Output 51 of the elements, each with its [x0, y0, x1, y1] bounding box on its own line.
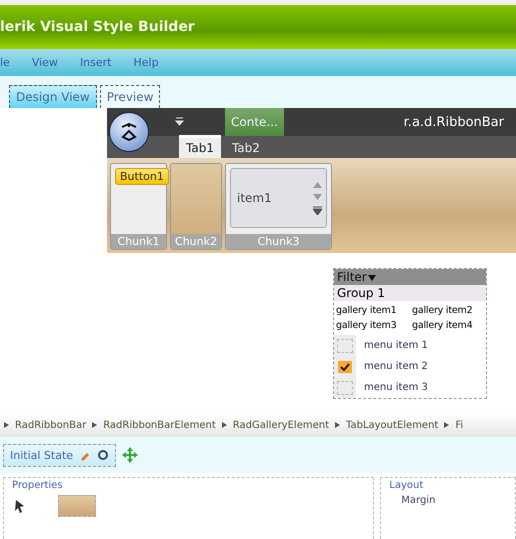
- checkbox[interactable]: [337, 338, 353, 352]
- application-menu-button[interactable]: [109, 112, 149, 152]
- group-header: Group 1: [334, 285, 486, 301]
- breadcrumb-item[interactable]: RadGalleryElement: [232, 420, 330, 430]
- separator-icon: [335, 422, 340, 428]
- move-icon[interactable]: [120, 445, 140, 465]
- expand-icon[interactable]: [313, 206, 322, 214]
- gallery-item[interactable]: item1: [237, 191, 272, 205]
- separator-icon: [4, 422, 9, 428]
- gallery-item[interactable]: gallery item1: [336, 305, 408, 316]
- customize-dropdown-icon[interactable]: [175, 117, 184, 126]
- menu-item[interactable]: View: [32, 56, 58, 69]
- state-selector[interactable]: Initial State: [3, 444, 116, 466]
- ribbon-title: r.a.d.RibbonBar: [404, 114, 504, 130]
- color-swatch[interactable]: [58, 495, 96, 517]
- window-title: lerik Visual Style Builder: [0, 19, 195, 35]
- separator-icon: [444, 422, 450, 428]
- group-label: Chunk1: [111, 234, 166, 249]
- menu-item[interactable]: menu item 1: [356, 340, 428, 351]
- group-label: Chunk2: [171, 234, 221, 249]
- breadcrumb-item[interactable]: Fi: [455, 420, 464, 430]
- view-tab[interactable]: Preview: [100, 85, 160, 108]
- scroll-up-icon[interactable]: [313, 182, 322, 188]
- menu-item[interactable]: menu item 2: [356, 361, 428, 372]
- ribbon-button[interactable]: Button1: [115, 168, 169, 185]
- ribbon-tab[interactable]: Tab1: [179, 135, 221, 158]
- dropdown-arrow-icon: [368, 275, 376, 281]
- state-label: Initial State: [10, 448, 74, 462]
- separator-icon: [222, 422, 227, 428]
- panel-title: Properties: [12, 480, 64, 491]
- menu-item[interactable]: Help: [134, 56, 159, 69]
- separator-icon: [92, 422, 98, 428]
- menu-item[interactable]: le: [0, 56, 10, 69]
- breadcrumb-item[interactable]: RadRibbonBar: [15, 420, 86, 430]
- checkbox[interactable]: [338, 360, 352, 372]
- scroll-down-icon[interactable]: [313, 194, 322, 200]
- filter-dropdown[interactable]: Filter: [334, 269, 486, 285]
- menu-item[interactable]: menu item 3: [356, 382, 428, 393]
- checkbox[interactable]: [337, 380, 353, 394]
- gallery-item[interactable]: gallery item4: [412, 320, 484, 331]
- application-icon: [119, 123, 139, 141]
- view-tab[interactable]: Design View: [9, 85, 97, 108]
- property-value: Margin: [400, 495, 436, 506]
- breadcrumb-item[interactable]: RadRibbonBarElement: [103, 420, 216, 430]
- gallery-item[interactable]: gallery item3: [336, 320, 408, 331]
- group-label: Chunk3: [226, 234, 331, 249]
- ribbon-tab[interactable]: Tab2: [224, 135, 267, 158]
- panel-title: Layout: [389, 480, 424, 491]
- gallery-item[interactable]: gallery item2: [412, 305, 484, 316]
- menu-item[interactable]: Insert: [80, 56, 112, 69]
- breadcrumb-item[interactable]: TabLayoutElement: [346, 420, 438, 430]
